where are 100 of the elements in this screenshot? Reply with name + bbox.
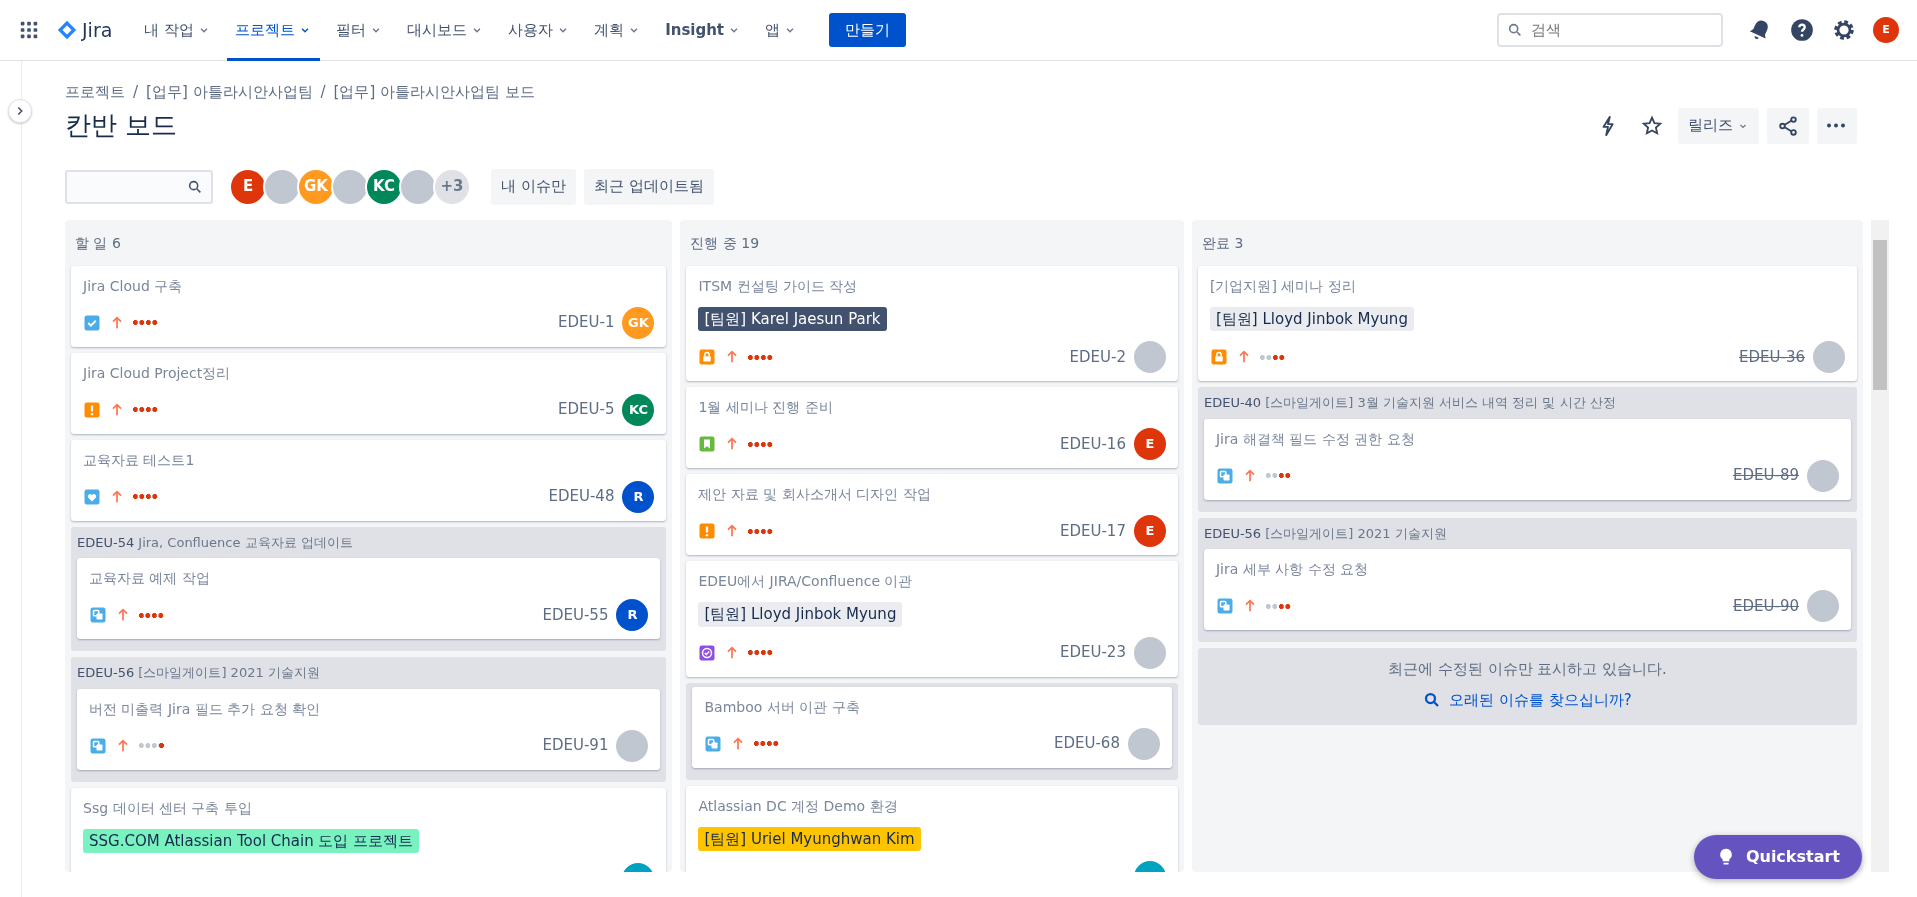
star-icon — [1641, 114, 1663, 137]
issue-title: 1월 세미나 진행 준비 — [698, 398, 834, 417]
column-header: 진행 중 19 — [689, 233, 761, 253]
nav-menu-item[interactable]: Insight — [657, 0, 750, 61]
issue-card[interactable]: Ssg 데이터 센터 구축 투입 SSG.COM Atlassian Tool Chain 도입 프로젝트 — [71, 787, 667, 872]
issue-title: Jira Cloud Project정리 — [83, 363, 232, 383]
issue-title: ITSM 컨설팅 가이드 작성 — [698, 276, 859, 296]
breadcrumb-link[interactable]: [업무] 아틀라시안사업팀 — [146, 81, 313, 104]
issue-card[interactable]: Jira Cloud 구축 EDEU-1 GK — [71, 265, 667, 347]
issue-card[interactable]: 제안 자료 및 회사소개서 디자인 작업 EDEU-17 E — [686, 474, 1178, 555]
issue-key: EDEU-23 — [1059, 641, 1126, 664]
user-avatar[interactable]: KC — [365, 167, 403, 206]
issue-card[interactable]: EDEU에서 JIRA/Confluence 이관 [팀원] Lloyd Jinbok Myung EDEU-23 — [686, 561, 1178, 677]
epic-label: [팀원] Karel Jaesun Park — [698, 306, 887, 331]
nav-menu-item[interactable]: 내 작업 — [136, 0, 220, 61]
avatar-image[interactable] — [1133, 636, 1166, 669]
app-grid-icon[interactable] — [18, 19, 40, 41]
avatar-image[interactable] — [1807, 459, 1839, 492]
more-button[interactable] — [1817, 107, 1857, 144]
avatar-image[interactable] — [616, 729, 649, 762]
nav-menu-item[interactable]: 대시보드 — [399, 0, 493, 61]
parent-issue-title[interactable]: EDEU-56 [스마일게이트] 2021 기술지원 — [77, 661, 661, 689]
subtask-icon — [89, 736, 107, 755]
subtask-icon — [704, 734, 723, 753]
issue-card[interactable]: Jira 세부 사항 수정 요청 EDEU-90 — [1203, 549, 1851, 630]
user-avatar[interactable]: R — [622, 480, 655, 513]
nav-menu-item[interactable]: 필터 — [328, 0, 392, 61]
share-icon — [1777, 114, 1799, 137]
settings-icon[interactable] — [1831, 17, 1857, 43]
issue-title: Bamboo 서버 이관 구축 — [704, 697, 861, 717]
issue-key: EDEU-1 — [558, 311, 615, 334]
help-icon[interactable] — [1789, 17, 1815, 43]
profile-avatar[interactable]: E — [1873, 17, 1899, 43]
epic-label: [팀원] Uriel Myunghwan Kim — [698, 826, 921, 851]
column-header: 할 일 6 — [74, 233, 122, 253]
issue-title: Jira 해결책 필드 수정 권한 요청 — [1215, 429, 1416, 449]
issue-card[interactable]: [기업지원] 세미나 정리 [팀원] Lloyd Jinbok Myung EDEU-36 — [1197, 265, 1857, 381]
parent-issue-title[interactable]: EDEU-54 Jira, Confluence 교육자료 업데이트 — [77, 530, 661, 558]
avatar-image[interactable] — [1813, 341, 1845, 373]
create-button[interactable]: 만들기 — [829, 12, 907, 48]
issue-key: EDEU-2 — [1069, 345, 1126, 369]
scrollbar[interactable] — [1871, 219, 1889, 872]
breadcrumb-separator: / — [320, 82, 326, 103]
epic-label: [팀원] Lloyd Jinbok Myung — [698, 602, 903, 627]
search-icon — [187, 178, 203, 195]
user-avatar[interactable]: E — [1133, 515, 1166, 547]
issue-card[interactable]: 버전 미출력 Jira 필드 추가 요청 확인 EDEU-91 — [77, 688, 661, 770]
issue-key: EDEU-89 — [1733, 464, 1799, 487]
logo-icon — [56, 19, 78, 41]
issue-card[interactable]: 교육자료 테스트1 EDEU-48 R — [71, 439, 667, 521]
user-avatar[interactable]: R — [616, 599, 649, 631]
issue-key: EDEU-5 — [558, 398, 615, 421]
issue-key: EDEU-68 — [1053, 732, 1120, 755]
breadcrumb-link[interactable]: [업무] 아틀라시안사업팀 보드 — [333, 81, 535, 104]
user-avatar[interactable]: E — [229, 167, 267, 206]
avatar-image[interactable] — [1807, 590, 1839, 622]
release-button[interactable]: 릴리즈 — [1678, 107, 1759, 144]
info-text: 최근에 수정된 이슈만 표시하고 있습니다. — [1387, 659, 1668, 680]
search-field[interactable]: 검색 — [1497, 13, 1723, 47]
issue-card[interactable]: ITSM 컨설팅 가이드 작성 [팀원] Karel Jaesun Park EDEU-2 — [686, 265, 1178, 381]
avatar-image[interactable] — [1133, 341, 1166, 373]
avatar-image[interactable] — [1127, 727, 1160, 760]
issue-title: Atlassian DC 계정 Demo 환경 — [698, 796, 899, 816]
parent-issue-title[interactable]: EDEU-40 [스마일게이트] 3월 기술지원 서비스 내역 정리 및 시간 산정 — [1203, 391, 1851, 419]
issue-card[interactable]: 교육자료 예제 작업 EDEU-55 R — [77, 558, 661, 639]
nav-menu-item[interactable]: 프로젝트 — [227, 0, 321, 61]
expand-sidebar-button[interactable] — [8, 99, 32, 123]
bookmark-icon — [698, 435, 717, 453]
search-icon — [1507, 22, 1523, 38]
issue-card[interactable]: Jira Cloud Project정리 EDEU-5 KC — [71, 352, 667, 434]
quick-filter-button[interactable]: 최근 업데이트됨 — [583, 168, 714, 205]
breadcrumb-separator: / — [133, 82, 139, 103]
user-avatar[interactable]: E — [1133, 428, 1166, 460]
board-search-field[interactable] — [65, 169, 213, 204]
issue-title: EDEU에서 JIRA/Confluence 이관 — [698, 572, 914, 591]
subtask-icon — [89, 606, 107, 624]
issue-key: EDEU-36 — [1739, 345, 1805, 369]
task-icon — [83, 313, 101, 332]
more-users-button[interactable]: +3 — [433, 167, 471, 206]
breadcrumb-link[interactable]: 프로젝트 — [65, 81, 125, 104]
share-button[interactable] — [1767, 107, 1809, 144]
user-avatar[interactable]: KC — [622, 393, 655, 426]
older-issues-link[interactable]: 오래된 이슈를 찾으십니까? — [1423, 688, 1632, 711]
logo-text: Jira — [82, 17, 113, 43]
issue-card[interactable]: Bamboo 서버 이관 구축 EDEU-68 — [692, 686, 1172, 768]
issue-title: 교육자료 테스트1 — [83, 450, 196, 470]
parent-issue-title[interactable]: EDEU-56 [스마일게이트] 2021 기술지원 — [1203, 521, 1851, 549]
issue-key: EDEU-17 — [1059, 519, 1126, 543]
nav-menu-item[interactable]: 사용자 — [500, 0, 579, 61]
issue-card[interactable]: Jira 해결책 필드 수정 권한 요청 EDEU-89 — [1203, 418, 1851, 500]
issue-title: 제안 자료 및 회사소개서 디자인 작업 — [698, 485, 932, 504]
nav-menu-item[interactable]: 앱 — [757, 0, 806, 61]
issue-card[interactable]: 1월 세미나 진행 준비 EDEU-16 E — [686, 387, 1178, 468]
issue-title: 교육자료 예제 작업 — [89, 569, 211, 588]
issue-key: EDEU-90 — [1733, 594, 1799, 618]
issue-card[interactable]: Atlassian DC 계정 Demo 환경 [팀원] Uriel Myunghwan Kim — [686, 785, 1178, 872]
nav-menu-item[interactable]: 계획 — [586, 0, 650, 61]
quickstart-button[interactable]: Quickstart — [1693, 835, 1862, 879]
issue-key: EDEU-16 — [1059, 432, 1126, 456]
quick-filter-button[interactable]: 내 이슈만 — [491, 168, 576, 205]
